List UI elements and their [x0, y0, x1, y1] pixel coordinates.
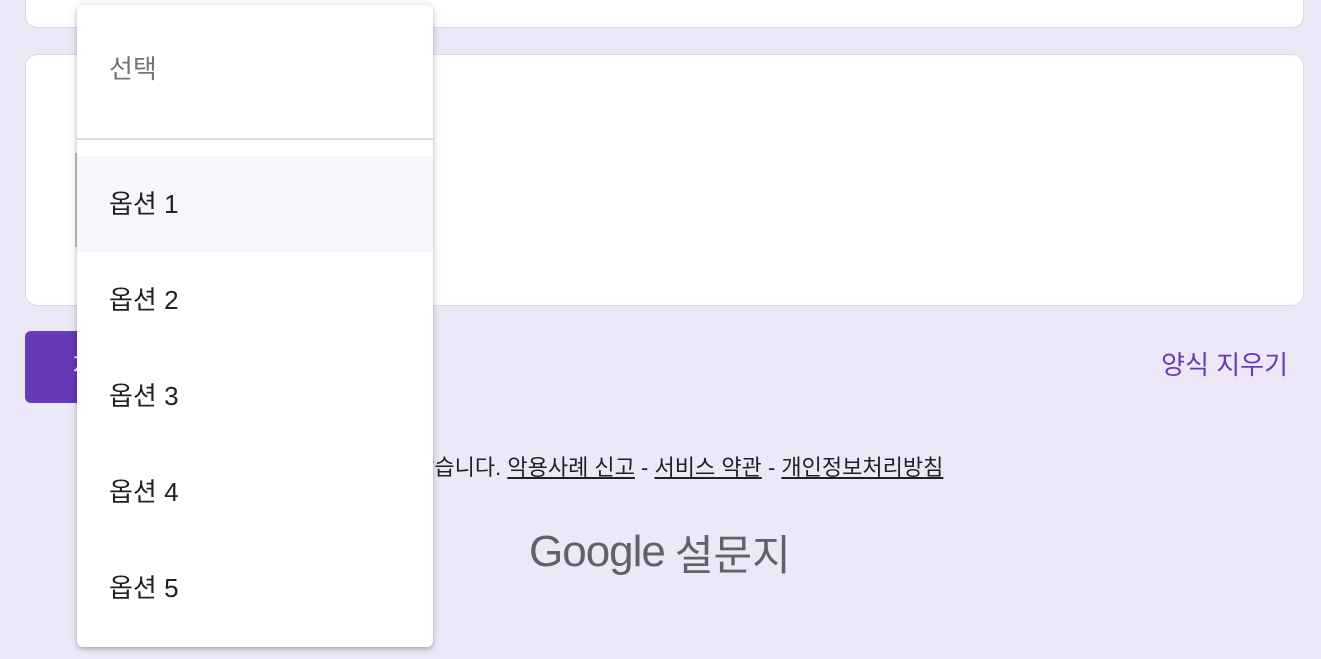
terms-of-service-link[interactable]: 서비스 약관 [654, 455, 761, 480]
dropdown-menu: 선택 옵션 1 옵션 2 옵션 3 옵션 4 옵션 5 [77, 5, 433, 647]
report-abuse-link[interactable]: 악용사례 신고 [507, 455, 635, 480]
privacy-policy-link[interactable]: 개인정보처리방침 [781, 455, 943, 480]
clear-form-button[interactable]: 양식 지우기 [1161, 346, 1288, 384]
dropdown-option-2[interactable]: 옵션 2 [77, 252, 433, 348]
separator: - [767, 455, 776, 480]
dropdown-option-list: 옵션 1 옵션 2 옵션 3 옵션 4 옵션 5 [77, 156, 433, 636]
form-page: 제출 양식 지우기 들거나 승인하지 않았습니다. 악용사례 신고 - 서비스 … [0, 0, 1321, 659]
dropdown-divider [77, 138, 433, 140]
google-forms-logo[interactable]: Google 설문지 [529, 522, 791, 582]
separator: - [641, 455, 649, 480]
dropdown-option-5[interactable]: 옵션 5 [77, 540, 433, 636]
dropdown-option-3[interactable]: 옵션 3 [77, 348, 433, 444]
dropdown-option-4[interactable]: 옵션 4 [77, 444, 433, 540]
dropdown-option-1[interactable]: 옵션 1 [77, 156, 433, 252]
brand-product: 설문지 [674, 531, 791, 579]
dropdown-placeholder-option[interactable]: 선택 [77, 5, 433, 133]
brand-google: Google [529, 527, 666, 576]
